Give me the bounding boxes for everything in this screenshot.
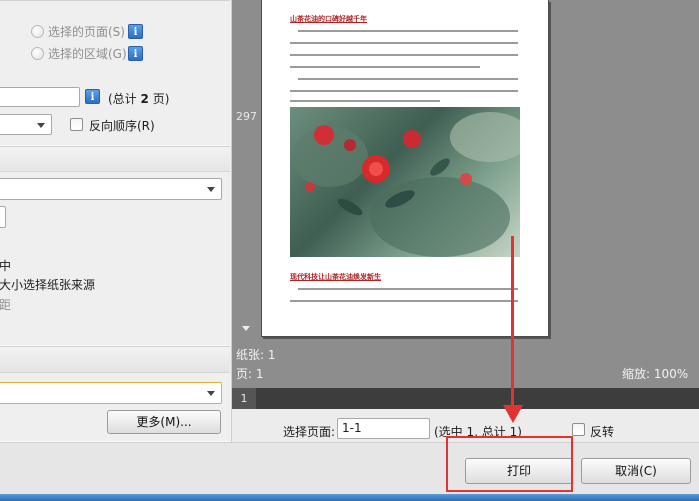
cancel-button-label: 取消(C)	[615, 464, 657, 478]
selected-pages-info-icon[interactable]: i	[128, 24, 143, 39]
select-pages-label: 选择页面:	[283, 425, 336, 439]
doc-text-line	[298, 30, 518, 32]
output-group-header	[0, 347, 230, 373]
settings-panel: 选择的页面(S) i 选择的区域(G) i i (总计 2 页) 反向顺序(R)…	[0, 0, 232, 442]
doc-text-line	[290, 54, 518, 56]
more-button-label: 更多(M)...	[136, 415, 192, 429]
print-range-group: 选择的页面(S) i 选择的区域(G) i i (总计 2 页) 反向顺序(R)	[0, 0, 230, 146]
chevron-down-icon	[37, 122, 45, 128]
cancel-button[interactable]: 取消(C)	[581, 458, 691, 484]
window-bottom-bar	[0, 494, 699, 501]
copies-field[interactable]	[0, 206, 6, 228]
scroll-down-icon[interactable]	[242, 326, 250, 331]
doc-heading-1: 山茶花油的口碑好越千年	[290, 15, 367, 23]
reverse-order-checkbox[interactable]	[70, 118, 83, 131]
page-count-label: 页: 1	[236, 367, 264, 381]
doc-text-line	[290, 42, 518, 44]
invert-checkbox[interactable]	[572, 423, 585, 436]
preview-page: 山茶花油的口碑好越千年 现代科技让山茶花油焕发新生	[261, 0, 549, 337]
output-combobox[interactable]	[0, 382, 222, 404]
selected-pages-label: 选择的页面(S)	[48, 25, 125, 39]
total-pages-prefix: (总计	[108, 92, 137, 106]
annotation-arrow-shaft	[511, 236, 514, 412]
page-subset-combobox[interactable]	[0, 114, 52, 135]
output-settings-group: 更多(M)...	[0, 346, 230, 442]
distance-label: 距	[0, 298, 12, 312]
paper-source-label: 大小选择纸张来源	[0, 278, 96, 292]
preview-page-number: 297	[236, 110, 257, 123]
paper-group-header	[0, 147, 230, 172]
zoom-label: 缩放: 100%	[622, 367, 689, 381]
chevron-down-icon	[207, 187, 215, 192]
doc-text-line	[290, 100, 440, 102]
thumbnail-strip	[232, 388, 699, 409]
reverse-order-label: 反向顺序(R)	[89, 119, 155, 133]
select-pages-value: 1-1	[342, 421, 362, 435]
annotation-arrow-head-icon	[503, 405, 523, 423]
selected-area-info-icon[interactable]: i	[128, 46, 143, 61]
invert-label: 反转	[590, 425, 615, 439]
select-pages-input[interactable]: 1-1	[337, 418, 430, 439]
total-pages-suffix: 页)	[152, 92, 170, 106]
doc-text-line	[290, 300, 518, 302]
partial-label: 中	[0, 259, 12, 273]
paper-settings-group: 中 大小选择纸张来源 距	[0, 146, 230, 346]
total-pages-count: 2	[140, 92, 149, 106]
camellia-image	[292, 112, 520, 257]
print-button-highlight	[446, 436, 573, 492]
page-range-input[interactable]	[0, 87, 80, 107]
total-pages-text: (总计 2 页)	[108, 90, 169, 107]
paper-count-label: 纸张: 1	[236, 348, 276, 362]
thumbnail-page-number: 1	[240, 392, 248, 405]
printer-combobox[interactable]	[0, 178, 222, 200]
page-range-info-icon[interactable]: i	[85, 89, 100, 104]
selected-pages-radio[interactable]	[31, 25, 44, 38]
doc-text-line	[298, 288, 518, 290]
chevron-down-icon	[207, 391, 215, 396]
more-button[interactable]: 更多(M)...	[107, 410, 221, 434]
thumbnail-page-1[interactable]: 1	[232, 388, 256, 409]
selected-area-label: 选择的区域(G)	[48, 47, 127, 61]
camellia-photo	[290, 107, 520, 257]
selected-area-radio[interactable]	[31, 47, 44, 60]
doc-text-line	[298, 78, 518, 80]
doc-text-line	[290, 90, 518, 92]
doc-text-line	[290, 66, 480, 68]
doc-heading-2: 现代科技让山茶花油焕发新生	[290, 273, 381, 281]
